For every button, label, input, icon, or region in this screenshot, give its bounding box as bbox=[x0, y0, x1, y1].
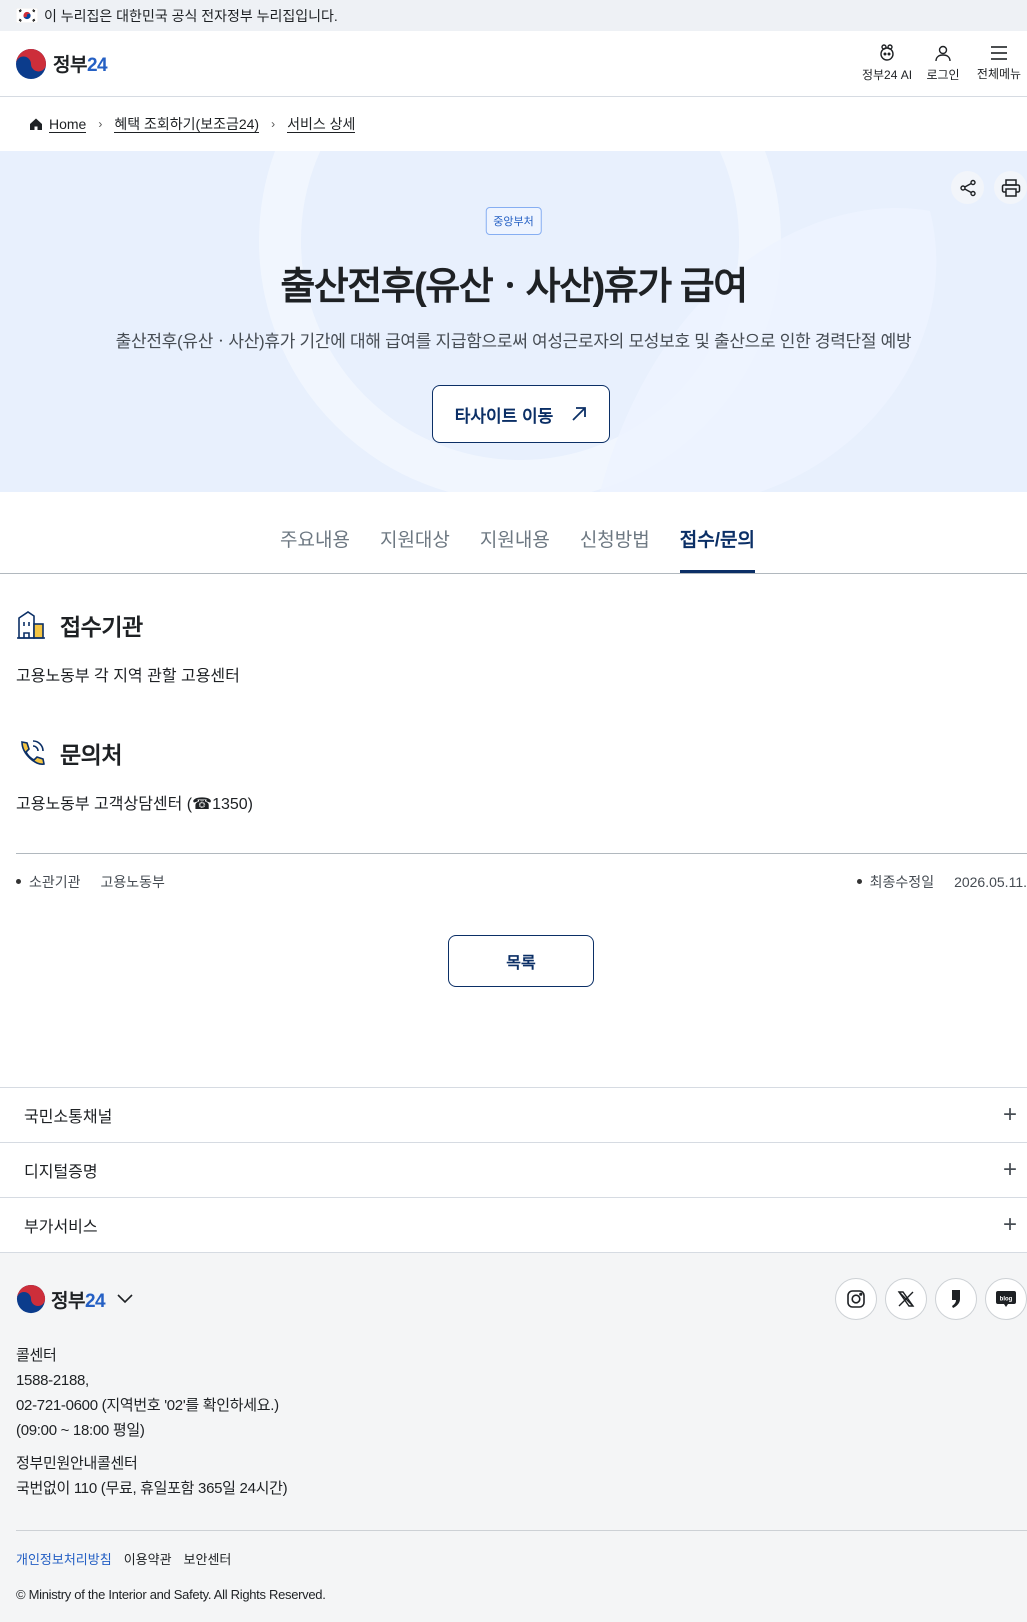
footer-accordion: 국민소통채널 + 디지털증명 + 부가서비스 + bbox=[0, 1087, 1027, 1252]
print-button[interactable] bbox=[994, 171, 1027, 204]
site-footer: 정부24 blog 콜센터 1588-2188, 02-721-0600 (지역… bbox=[0, 1252, 1027, 1622]
ai-button[interactable]: 정부24 AI bbox=[859, 44, 915, 83]
user-icon bbox=[935, 45, 951, 62]
chevron-down-icon bbox=[117, 1294, 133, 1304]
dept-label: 소관기관 bbox=[29, 873, 81, 890]
category-badge: 중앙부처 bbox=[485, 207, 542, 235]
external-arrow-icon bbox=[572, 407, 587, 421]
privacy-policy-link[interactable]: 개인정보처리방침 bbox=[16, 1549, 112, 1568]
reception-body: 고용노동부 각 지역 관할 고용센터 bbox=[16, 668, 240, 685]
footer-logo-toggle[interactable]: 정부24 bbox=[16, 1284, 134, 1314]
footer-logo-text: 정부 bbox=[51, 1290, 85, 1312]
breadcrumb-home[interactable]: Home bbox=[49, 116, 87, 133]
breadcrumb-service-detail[interactable]: 서비스 상세 bbox=[287, 116, 356, 133]
accordion-extra-services[interactable]: 부가서비스 + bbox=[0, 1197, 1027, 1252]
external-site-label: 타사이트 이동 bbox=[454, 406, 554, 426]
svg-text:blog: blog bbox=[1000, 1297, 1013, 1303]
updated-label: 최종수정일 bbox=[869, 873, 935, 890]
naver-post-icon bbox=[952, 1290, 960, 1308]
print-icon bbox=[1001, 178, 1020, 197]
plus-icon: + bbox=[1002, 1211, 1017, 1238]
call-center-title: 콜센터 bbox=[16, 1347, 57, 1364]
logo-number: 24 bbox=[86, 55, 108, 76]
all-menu-button[interactable]: 전체메뉴 bbox=[971, 45, 1027, 82]
tab-reception-inquiry[interactable]: 접수/문의 bbox=[679, 525, 755, 573]
ai-label: 정부24 AI bbox=[861, 68, 913, 82]
service-title: 출산전후(유산ㆍ사산)휴가 급여 bbox=[280, 266, 748, 308]
reception-title: 접수기관 bbox=[60, 614, 143, 640]
instagram-icon bbox=[847, 1290, 865, 1308]
tab-apply-method[interactable]: 신청방법 bbox=[580, 525, 650, 573]
share-button[interactable] bbox=[951, 171, 984, 204]
gov-emblem-icon bbox=[16, 1284, 46, 1314]
building-icon bbox=[17, 611, 45, 639]
tab-support[interactable]: 지원내용 bbox=[480, 525, 550, 573]
inquiry-section: 문의처 고용노동부 고객상담센터 (☎1350) bbox=[0, 736, 253, 814]
bullet-icon bbox=[16, 879, 21, 884]
chevron-right-icon: › bbox=[98, 117, 103, 131]
footer-links: 개인정보처리방침 이용약관 보안센터 bbox=[16, 1530, 1027, 1568]
call-center-info: 콜센터 1588-2188, 02-721-0600 (지역번호 '02'를 확… bbox=[16, 1343, 1027, 1501]
gov-banner-text: 이 누리집은 대한민국 공식 전자정부 누리집입니다. bbox=[44, 7, 338, 24]
accordion-label: 부가서비스 bbox=[24, 1219, 98, 1236]
meta-info: 소관기관 고용노동부 최종수정일 2026.05.11. bbox=[16, 853, 1027, 909]
call-center-hours: (09:00 ~ 18:00 평일) bbox=[16, 1422, 145, 1439]
reception-section: 접수기관 고용노동부 각 지역 관할 고용센터 bbox=[0, 608, 240, 686]
service-hero: 중앙부처 출산전후(유산ㆍ사산)휴가 급여 출산전후(유산ㆍ사산)휴가 기간에 … bbox=[0, 151, 1027, 492]
plus-icon: + bbox=[1002, 1101, 1017, 1128]
taegeukgi-flag-icon bbox=[15, 7, 39, 24]
blog-icon: blog bbox=[996, 1291, 1016, 1307]
naver-post-button[interactable] bbox=[935, 1278, 977, 1320]
site-header: 정부24 정부24 AI 로그인 전체메뉴 bbox=[0, 31, 1027, 97]
x-icon bbox=[897, 1291, 915, 1307]
dept-value: 고용노동부 bbox=[100, 873, 165, 890]
service-description: 출산전후(유산ㆍ사산)휴가 기간에 대해 급여를 지급함으로써 여성근로자의 모… bbox=[115, 332, 912, 351]
x-button[interactable] bbox=[885, 1278, 927, 1320]
menu-icon bbox=[991, 46, 1007, 60]
call-center-number: 1588-2188, bbox=[16, 1372, 89, 1389]
accordion-digital-cert[interactable]: 디지털증명 + bbox=[0, 1142, 1027, 1197]
tab-target[interactable]: 지원대상 bbox=[380, 525, 450, 573]
all-menu-label: 전체메뉴 bbox=[976, 67, 1022, 81]
breadcrumb: Home › 혜택 조회하기(보조금24) › 서비스 상세 bbox=[0, 97, 1027, 151]
tab-main-content[interactable]: 주요내용 bbox=[280, 525, 350, 573]
site-logo[interactable]: 정부24 bbox=[15, 48, 108, 80]
inquiry-title: 문의처 bbox=[60, 742, 122, 768]
breadcrumb-benefit-search[interactable]: 혜택 조회하기(보조금24) bbox=[114, 116, 260, 133]
external-site-button[interactable]: 타사이트 이동 bbox=[432, 385, 610, 443]
logo-text: 정부 bbox=[53, 55, 87, 76]
accordion-communication[interactable]: 국민소통채널 + bbox=[0, 1087, 1027, 1142]
plus-icon: + bbox=[1002, 1156, 1017, 1183]
call-center-number-alt: 02-721-0600 (지역번호 '02'를 확인하세요.) bbox=[16, 1397, 279, 1414]
login-label: 로그인 bbox=[926, 68, 960, 82]
inquiry-body: 고용노동부 고객상담센터 (☎1350) bbox=[16, 796, 253, 813]
bullet-icon bbox=[856, 879, 862, 884]
gov-banner: 이 누리집은 대한민국 공식 전자정부 누리집입니다. bbox=[0, 0, 1027, 31]
copyright: © Ministry of the Interior and Safety. A… bbox=[16, 1587, 326, 1602]
civil-call-center-title: 정부민원안내콜센터 bbox=[16, 1455, 138, 1472]
chevron-right-icon: › bbox=[271, 117, 276, 131]
accordion-label: 국민소통채널 bbox=[24, 1109, 113, 1126]
accordion-label: 디지털증명 bbox=[24, 1164, 98, 1181]
detail-tabs: 주요내용 지원대상 지원내용 신청방법 접수/문의 bbox=[0, 492, 1027, 574]
security-center-link[interactable]: 보안센터 bbox=[184, 1549, 232, 1568]
footer-logo-number: 24 bbox=[84, 1290, 106, 1312]
gov-emblem-icon bbox=[16, 48, 46, 79]
ai-icon bbox=[880, 44, 894, 61]
blog-button[interactable]: blog bbox=[985, 1278, 1027, 1320]
terms-link[interactable]: 이용약관 bbox=[124, 1549, 172, 1568]
share-icon bbox=[959, 179, 976, 196]
phone-icon bbox=[21, 740, 45, 765]
list-button[interactable]: 목록 bbox=[448, 935, 594, 987]
updated-value: 2026.05.11. bbox=[954, 873, 1027, 890]
civil-call-center-number: 국번없이 110 (무료, 휴일포함 365일 24시간) bbox=[16, 1480, 288, 1497]
login-button[interactable]: 로그인 bbox=[915, 44, 971, 83]
instagram-button[interactable] bbox=[835, 1278, 877, 1320]
home-icon bbox=[30, 118, 42, 130]
